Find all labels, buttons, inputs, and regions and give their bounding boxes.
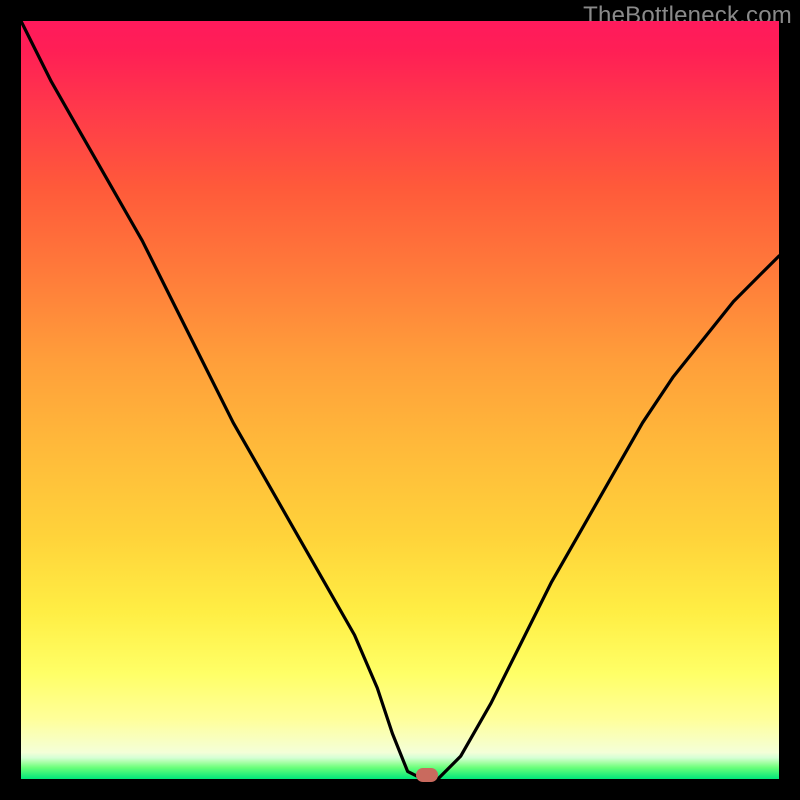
bottleneck-curve bbox=[21, 21, 779, 779]
optimum-marker bbox=[416, 768, 438, 782]
plot-area bbox=[21, 21, 779, 779]
chart-frame: TheBottleneck.com bbox=[0, 0, 800, 800]
